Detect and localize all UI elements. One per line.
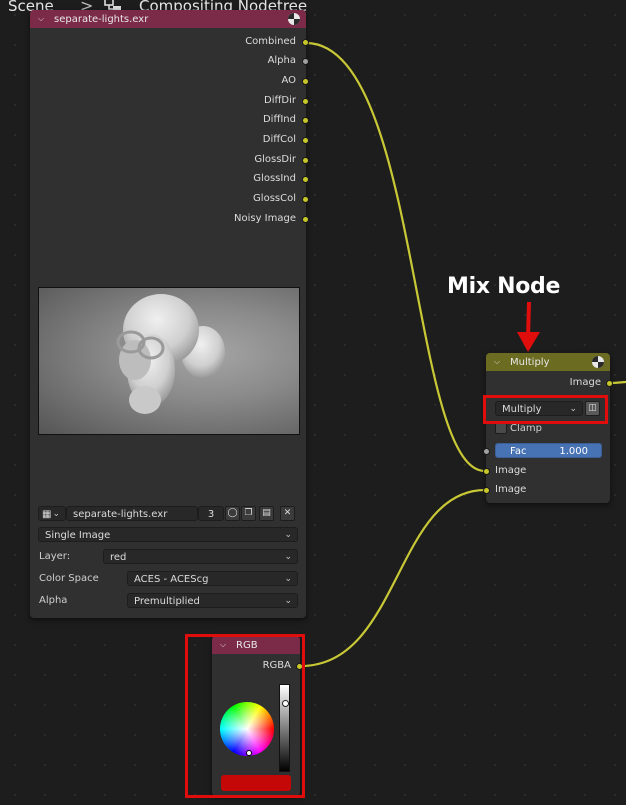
- image-users-count[interactable]: 3: [198, 506, 224, 521]
- suzanne-render: [116, 294, 225, 414]
- colorspace-label: Color Space: [39, 573, 99, 584]
- mix-node-title: Multiply: [510, 356, 550, 368]
- socket-image-1[interactable]: [483, 468, 490, 475]
- rgb-node-highlight: [185, 634, 305, 798]
- socket-mix-output[interactable]: [606, 380, 613, 387]
- image-node-header[interactable]: ⌵ separate-lights.exr: [30, 10, 306, 28]
- socket-fac[interactable]: [483, 448, 490, 455]
- chevron-down-icon[interactable]: ⌵: [494, 357, 504, 367]
- image-node[interactable]: ⌵ separate-lights.exr Combined Alpha AO …: [30, 10, 309, 618]
- output-combined: Combined: [245, 36, 296, 47]
- socket-glossdir[interactable]: [302, 157, 309, 164]
- duplicate-image-icon[interactable]: ❐: [241, 506, 256, 521]
- mix-input-image-1: Image: [495, 465, 527, 476]
- layer-label: Layer:: [39, 551, 71, 562]
- blend-type-highlight: [483, 395, 608, 424]
- annotation-arrow: [517, 301, 540, 352]
- socket-noisy-image[interactable]: [302, 216, 309, 223]
- socket-diffcol[interactable]: [302, 137, 309, 144]
- output-glossdir: GlossDir: [254, 154, 296, 165]
- fake-user-shield-icon[interactable]: ◯: [225, 506, 240, 521]
- clamp-label: Clamp: [510, 423, 542, 434]
- socket-alpha[interactable]: [302, 58, 309, 65]
- image-icon: ▦: [42, 509, 52, 520]
- socket-combined[interactable]: [302, 39, 309, 46]
- mix-node-header[interactable]: ⌵ Multiply: [486, 353, 610, 371]
- image-browse-button[interactable]: ▦ ⌄: [38, 506, 66, 521]
- unlink-close-icon[interactable]: ✕: [280, 506, 295, 521]
- output-diffind: DiffInd: [262, 114, 296, 125]
- link-rgba-to-mix: [300, 488, 486, 668]
- alpha-select[interactable]: Premultiplied ⌄: [127, 593, 298, 608]
- mix-output-image: Image: [569, 377, 601, 388]
- colorspace-select[interactable]: ACES - ACEScg ⌄: [127, 571, 298, 586]
- layer-select[interactable]: red ⌄: [103, 549, 298, 564]
- socket-glosscol[interactable]: [302, 196, 309, 203]
- socket-diffind[interactable]: [302, 117, 309, 124]
- socket-diffdir[interactable]: [302, 98, 309, 105]
- output-diffdir: DiffDir: [264, 95, 296, 106]
- image-source-select[interactable]: Single Image ⌄: [38, 527, 298, 542]
- output-glossind: GlossInd: [253, 173, 296, 184]
- mix-input-image-2: Image: [495, 484, 527, 495]
- alpha-label: Alpha: [39, 595, 68, 606]
- chevron-down-icon[interactable]: ⌵: [38, 14, 48, 24]
- node-preview-icon[interactable]: [288, 13, 300, 25]
- socket-ao[interactable]: [302, 78, 309, 85]
- output-glosscol: GlossCol: [253, 193, 296, 204]
- output-diffcol: DiffCol: [262, 134, 296, 145]
- mix-node-annotation: Mix Node: [447, 274, 561, 299]
- open-folder-icon[interactable]: ▤: [259, 506, 274, 521]
- mix-node[interactable]: ⌵ Multiply Image Multiply ⌄ ◫ Clamp Fac 1…: [483, 353, 613, 503]
- socket-image-2[interactable]: [483, 487, 490, 494]
- fac-slider[interactable]: Fac 1.000: [495, 443, 602, 458]
- node-preview-icon[interactable]: [592, 356, 604, 368]
- image-preview: [38, 287, 300, 435]
- link-combined-to-mix: [305, 41, 486, 473]
- socket-glossind[interactable]: [302, 176, 309, 183]
- output-ao: AO: [281, 75, 296, 86]
- output-alpha: Alpha: [267, 55, 296, 66]
- image-name-field[interactable]: separate-lights.exr: [66, 506, 198, 521]
- image-node-title: separate-lights.exr: [54, 13, 149, 25]
- output-noisy-image: Noisy Image: [233, 213, 296, 224]
